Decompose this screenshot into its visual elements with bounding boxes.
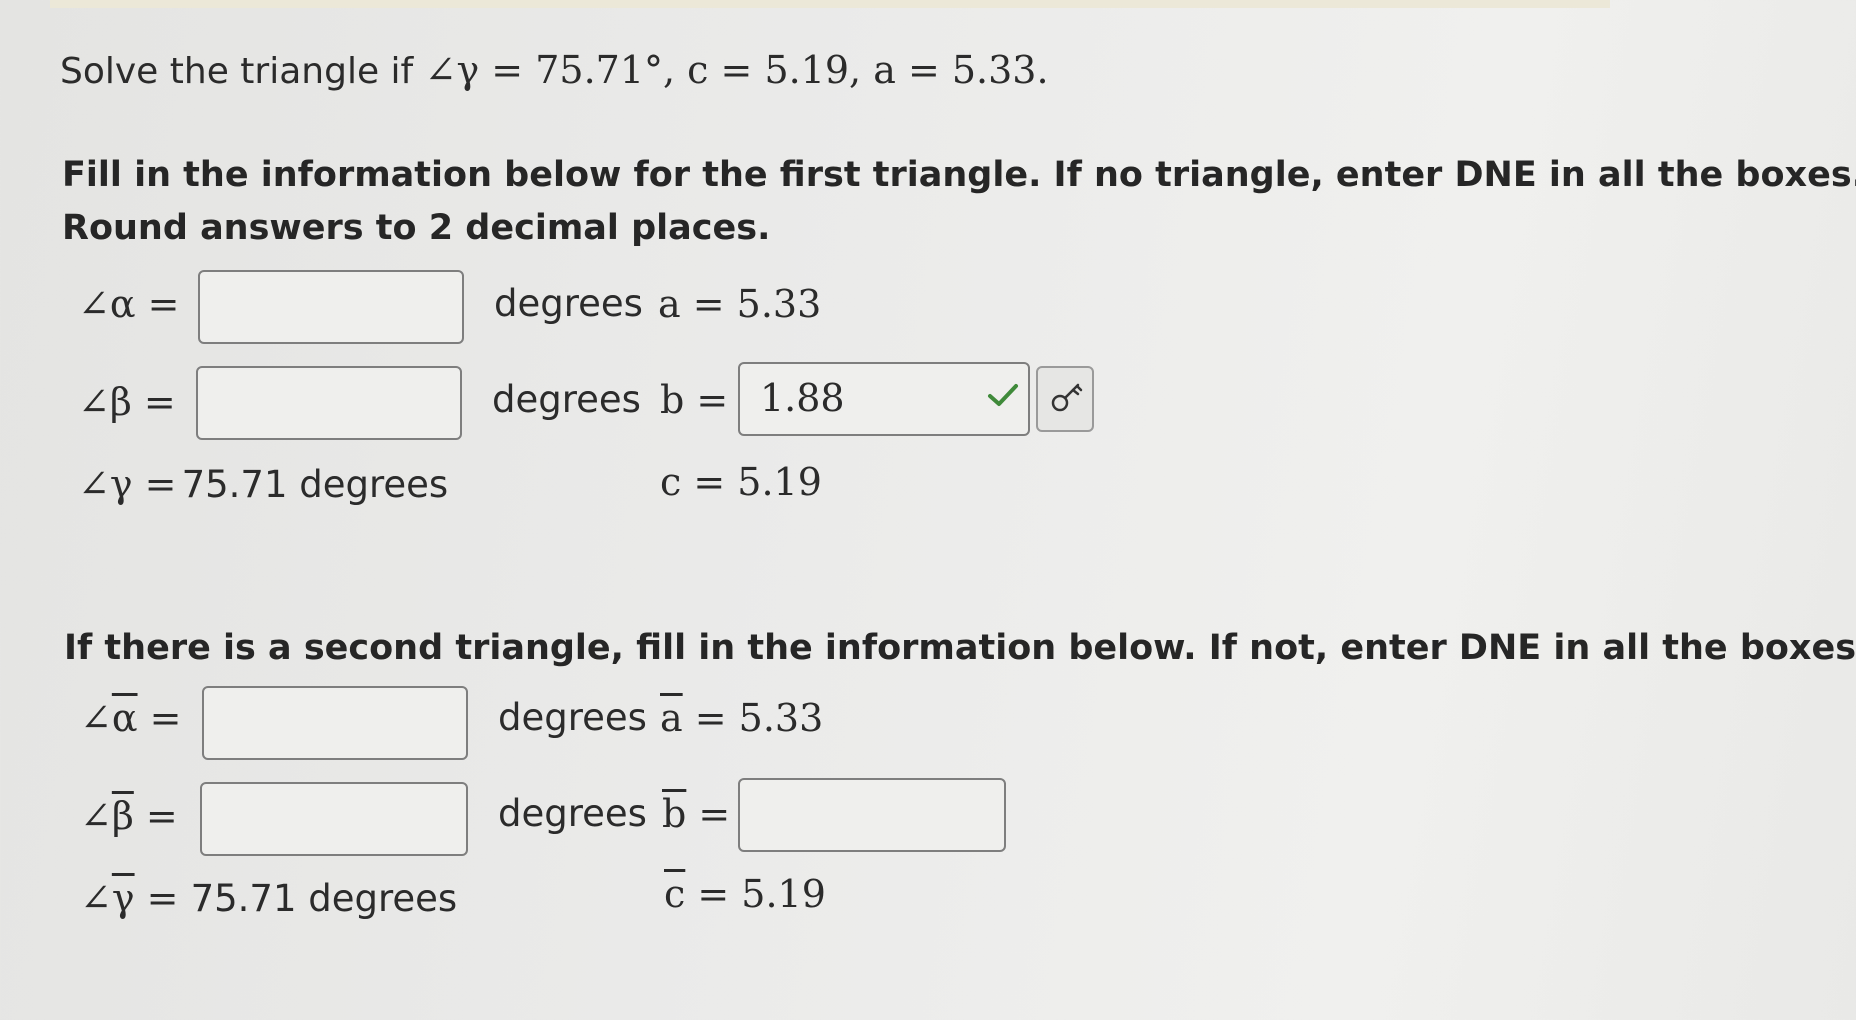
alpha-bar-symbol: α xyxy=(111,696,138,740)
side-b-input[interactable]: 1.88 xyxy=(738,362,1030,436)
angle-symbol: ∠ xyxy=(80,876,112,920)
beta-unit: degrees xyxy=(492,378,641,421)
beta-label: ∠β = xyxy=(78,380,176,424)
gamma-row: ∠γ = 75.71 degrees xyxy=(78,462,448,506)
side-b-bar-label: b = xyxy=(662,792,730,836)
first-instruction-line2: Round answers to 2 decimal places. xyxy=(62,208,771,248)
equals-sign: = xyxy=(686,792,731,836)
a-bar-value: = 5.33 xyxy=(682,696,824,740)
check-icon xyxy=(988,384,1018,406)
alpha-bar-input[interactable] xyxy=(202,686,468,760)
gamma-value: 75.71 degrees xyxy=(181,463,449,506)
side-a-bar-label: a = 5.33 xyxy=(660,696,823,740)
alpha-bar-label: ∠α = xyxy=(80,696,181,740)
gamma-bar-row: ∠γ = 75.71 degrees xyxy=(80,876,457,920)
side-c-bar-label: c = 5.19 xyxy=(664,872,826,916)
alpha-unit: degrees xyxy=(494,282,643,325)
gamma-bar-symbol: γ xyxy=(111,876,135,920)
alpha-label: ∠α = xyxy=(78,282,180,326)
angle-symbol: ∠ xyxy=(80,696,112,740)
problem-prefix: Solve the triangle if xyxy=(60,51,414,92)
beta-input[interactable] xyxy=(196,366,462,440)
gamma-bar-label: ∠γ = xyxy=(80,876,191,920)
side-b-label: b = xyxy=(660,378,729,422)
c-bar-value: = 5.19 xyxy=(685,872,826,916)
key-icon xyxy=(1051,383,1083,412)
beta-bar-unit: degrees xyxy=(498,792,647,835)
beta-bar-label: ∠β = xyxy=(80,794,178,838)
angle-symbol: ∠ xyxy=(80,794,112,838)
key-button[interactable] xyxy=(1036,366,1094,432)
problem-statement: Solve the triangle if ∠γ = 75.71°, c = 5… xyxy=(60,48,1049,92)
gamma-label: ∠γ = xyxy=(78,462,177,506)
beta-bar-input[interactable] xyxy=(200,782,468,856)
a-bar-symbol: a xyxy=(660,696,683,740)
second-instruction: If there is a second triangle, fill in t… xyxy=(64,628,1856,668)
gamma-bar-value: 75.71 degrees xyxy=(190,877,458,920)
side-b-input-value: 1.88 xyxy=(760,376,845,420)
top-accent-bar xyxy=(50,0,1610,8)
problem-math: ∠γ = 75.71°, c = 5.19, a = 5.33. xyxy=(424,48,1049,92)
equals-sign: = xyxy=(133,794,178,838)
b-bar-symbol: b xyxy=(662,792,687,836)
alpha-input[interactable] xyxy=(198,270,464,344)
equals-sign: = xyxy=(137,696,182,740)
alpha-bar-unit: degrees xyxy=(498,696,647,739)
side-c-label: c = 5.19 xyxy=(660,460,822,504)
c-bar-symbol: c xyxy=(664,872,686,916)
side-b-bar-input[interactable] xyxy=(738,778,1006,852)
first-instruction-line1: Fill in the information below for the fi… xyxy=(62,155,1856,195)
equals-sign: = xyxy=(134,876,191,920)
side-a-label: a = 5.33 xyxy=(658,282,822,326)
beta-bar-symbol: β xyxy=(111,794,134,838)
